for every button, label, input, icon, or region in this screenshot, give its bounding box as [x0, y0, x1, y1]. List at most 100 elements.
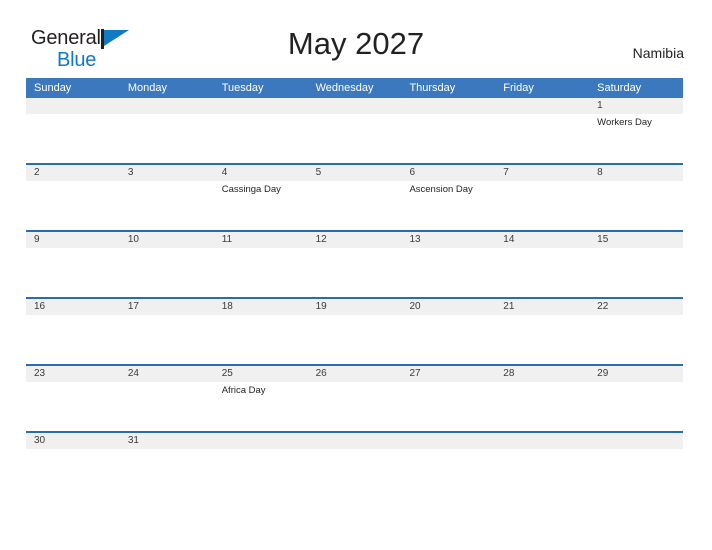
day-cell[interactable]: 28 — [495, 366, 590, 431]
date-number: 23 — [34, 368, 46, 379]
dow-tuesday: Tuesday — [221, 82, 264, 94]
day-cell[interactable]: 25 Africa Day — [213, 366, 308, 431]
date-number — [26, 98, 120, 114]
day-cell[interactable]: 4 Cassinga Day — [213, 165, 308, 230]
date-number: 30 — [34, 435, 46, 446]
calendar-week-row: 30 31 — [26, 431, 684, 465]
day-cell[interactable]: 10 — [119, 232, 214, 297]
date-number: 24 — [127, 368, 139, 379]
day-cell[interactable]: 5 — [307, 165, 402, 230]
dow-wednesday: Wednesday — [315, 82, 374, 94]
day-events — [589, 181, 683, 184]
day-events — [26, 382, 120, 385]
day-cell-empty — [26, 98, 120, 163]
day-events — [495, 315, 589, 318]
holiday-event: Ascension Day — [409, 184, 473, 195]
day-events — [120, 181, 214, 184]
day-cell[interactable]: 6 Ascension Day — [401, 165, 496, 230]
day-cell[interactable]: 17 — [119, 299, 214, 364]
date-number — [214, 98, 308, 114]
day-cell[interactable]: 24 — [119, 366, 214, 431]
day-cell-empty — [589, 433, 684, 465]
day-cell[interactable]: 1 Workers Day — [589, 98, 684, 163]
date-number: 22 — [597, 301, 609, 312]
day-cell[interactable]: 20 — [401, 299, 496, 364]
week-cells: 1 Workers Day — [26, 98, 684, 163]
day-events — [120, 315, 214, 318]
date-number: 26 — [315, 368, 327, 379]
day-events: Ascension Day — [401, 181, 495, 196]
day-events — [308, 181, 402, 184]
day-cell-empty — [401, 98, 496, 163]
date-number — [495, 98, 589, 114]
day-cell[interactable]: 29 — [589, 366, 684, 431]
day-cell[interactable]: 23 — [26, 366, 120, 431]
day-events — [401, 248, 495, 251]
week-cells: 30 31 — [26, 433, 684, 465]
day-events — [214, 114, 308, 117]
day-events — [308, 449, 402, 452]
day-cell-empty — [213, 433, 308, 465]
calendar-weeks: 1 Workers Day 2 3 4 Cassinga Day 5 6 Ascension D… — [26, 98, 684, 465]
day-cell[interactable]: 15 — [589, 232, 684, 297]
day-cell[interactable]: 7 — [495, 165, 590, 230]
dow-friday: Friday — [503, 82, 534, 94]
day-events — [308, 315, 402, 318]
day-cell[interactable]: 16 — [26, 299, 120, 364]
day-cell[interactable]: 18 — [213, 299, 308, 364]
day-cell[interactable]: 3 — [119, 165, 214, 230]
date-number: 12 — [315, 234, 327, 245]
day-cell[interactable]: 22 — [589, 299, 684, 364]
date-number: 5 — [315, 167, 322, 178]
day-cell[interactable]: 9 — [26, 232, 120, 297]
calendar-page: General Blue May 2027 Namibia Sunday Mon… — [0, 0, 712, 550]
holiday-event: Africa Day — [221, 385, 266, 396]
day-cell[interactable]: 21 — [495, 299, 590, 364]
dow-thursday: Thursday — [409, 82, 456, 94]
day-cell[interactable]: 19 — [307, 299, 402, 364]
day-cell-empty — [401, 433, 496, 465]
day-cell[interactable]: 2 — [26, 165, 120, 230]
date-number: 2 — [34, 167, 40, 178]
country-label: Namibia — [632, 45, 684, 61]
date-number — [401, 433, 495, 449]
day-events — [120, 382, 214, 385]
date-number: 10 — [127, 234, 139, 245]
date-number: 29 — [597, 368, 609, 379]
day-cell[interactable]: 27 — [401, 366, 496, 431]
day-cell-empty — [495, 433, 590, 465]
day-cell[interactable]: 26 — [307, 366, 402, 431]
day-events — [401, 315, 495, 318]
calendar-week-row: 2 3 4 Cassinga Day 5 6 Ascension Day 7 8 — [26, 163, 684, 230]
date-number — [495, 433, 589, 449]
day-events: Workers Day — [589, 114, 683, 129]
date-number: 16 — [34, 301, 46, 312]
dow-monday: Monday — [127, 82, 167, 94]
date-number: 4 — [221, 167, 228, 178]
date-number: 6 — [409, 167, 415, 178]
date-number: 11 — [221, 234, 233, 245]
date-number — [214, 433, 308, 449]
day-events: Africa Day — [214, 382, 308, 397]
date-number: 20 — [409, 301, 421, 312]
day-events — [26, 114, 120, 117]
day-events — [495, 114, 589, 117]
date-number: 17 — [127, 301, 139, 312]
week-cells: 9 10 11 12 13 14 15 — [26, 232, 684, 297]
day-cell[interactable]: 14 — [495, 232, 590, 297]
day-cell[interactable]: 13 — [401, 232, 496, 297]
date-number: 3 — [127, 167, 134, 178]
day-events — [401, 382, 495, 385]
day-events — [495, 382, 589, 385]
date-number: 28 — [503, 368, 515, 379]
day-events — [308, 382, 402, 385]
day-cell[interactable]: 8 — [589, 165, 684, 230]
date-number: 31 — [127, 435, 139, 446]
day-cell[interactable]: 11 — [213, 232, 308, 297]
day-cell[interactable]: 30 — [26, 433, 120, 465]
page-header: General Blue May 2027 Namibia — [0, 0, 712, 70]
day-cell[interactable]: 12 — [307, 232, 402, 297]
date-number: 21 — [503, 301, 515, 312]
day-cell[interactable]: 31 — [119, 433, 214, 465]
calendar-week-row: 1 Workers Day — [26, 98, 684, 163]
